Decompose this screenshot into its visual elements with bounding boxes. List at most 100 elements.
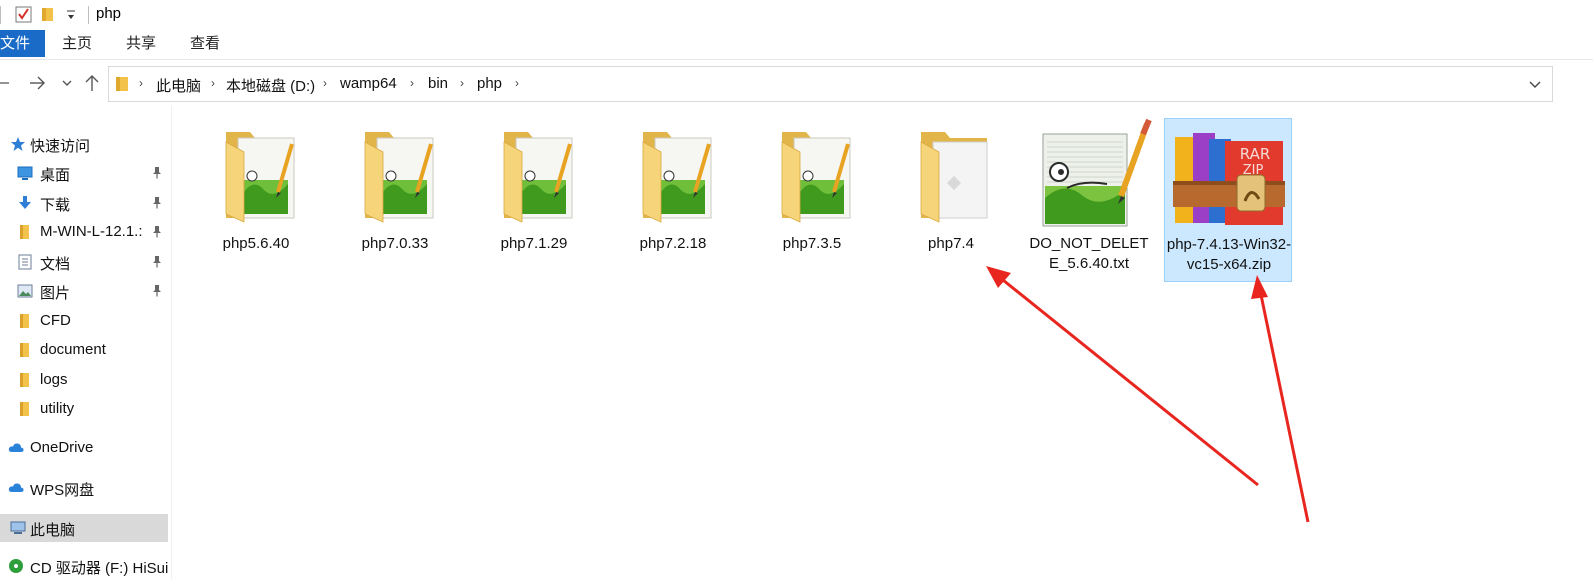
recent-locations-chevron-icon[interactable] — [61, 72, 73, 94]
pin-icon[interactable] — [151, 284, 163, 297]
sidebar-item[interactable]: document — [0, 336, 168, 364]
title-bar: php — [0, 0, 1593, 30]
breadcrumb-wamp64[interactable]: wamp64 — [340, 75, 397, 92]
sidebar-item[interactable]: WPS网盘 — [0, 474, 168, 502]
tab-file[interactable]: 文件 — [0, 30, 45, 57]
sidebar-item[interactable]: OneDrive — [0, 434, 168, 462]
sidebar-item[interactable]: 下载 — [0, 189, 168, 217]
divider — [0, 6, 1, 24]
sidebar-item-label: 快速访问 — [30, 138, 91, 155]
sidebar-item-label: WPS网盘 — [30, 482, 95, 499]
sidebar-item[interactable]: 快速访问 — [0, 130, 168, 158]
file-name: DO_NOT_DELETE_5.6.40.txt — [1029, 235, 1149, 272]
sidebar-item[interactable]: logs — [0, 366, 168, 394]
file-name: php-7.4.13-Win32-vc15-x64.zip — [1166, 236, 1292, 273]
svg-text:ZIP: ZIP — [1243, 163, 1264, 178]
file-explorer-window: php 文件 主页 共享 查看 › 此电脑 › 本地磁盘 (D:) › wamp… — [0, 0, 1593, 580]
file-name: php7.4 — [928, 235, 974, 252]
chevron-right-icon[interactable]: › — [139, 76, 143, 90]
file-item[interactable]: php7.2.18 — [609, 118, 737, 268]
sidebar-item-label: 此电脑 — [30, 522, 76, 539]
window-title: php — [96, 5, 122, 22]
folder-icon — [17, 342, 33, 358]
folder-notepad-icon — [192, 118, 320, 228]
address-bar[interactable]: › 此电脑 › 本地磁盘 (D:) › wamp64 › bin › php › — [108, 66, 1553, 102]
new-folder-icon[interactable] — [41, 7, 55, 22]
breadcrumb-this-pc[interactable]: 此电脑 — [156, 75, 201, 96]
chevron-right-icon[interactable]: › — [515, 76, 519, 90]
cloud-icon — [8, 440, 24, 456]
sidebar-item[interactable]: CD 驱动器 (F:) HiSui — [0, 552, 168, 580]
cloud-icon — [8, 480, 24, 496]
pin-icon[interactable] — [151, 196, 163, 209]
folder-notepad-icon — [470, 118, 598, 228]
back-arrow-icon[interactable] — [0, 72, 10, 94]
file-item[interactable]: php7.3.5 — [748, 118, 876, 268]
star-icon — [10, 136, 26, 152]
pin-icon[interactable] — [151, 166, 163, 179]
breadcrumb-bin[interactable]: bin — [428, 75, 448, 92]
sidebar-item[interactable]: CFD — [0, 307, 168, 335]
sidebar-item-label: 下载 — [40, 197, 71, 214]
sidebar-item-label: 桌面 — [40, 167, 71, 184]
sidebar-item[interactable]: 桌面 — [0, 159, 168, 187]
cd-drive-icon — [8, 558, 24, 574]
file-item[interactable]: DO_NOT_DELETE_5.6.40.txt — [1025, 118, 1153, 272]
breadcrumb-php[interactable]: php — [477, 75, 502, 92]
chevron-right-icon[interactable]: › — [211, 76, 215, 90]
notepad-file-icon — [1025, 118, 1153, 228]
svg-text:RAR: RAR — [1240, 145, 1271, 163]
sidebar-item-label: 图片 — [40, 285, 71, 302]
sidebar-item-label: logs — [40, 371, 68, 388]
tab-share[interactable]: 共享 — [126, 30, 156, 57]
breadcrumb-local-disk[interactable]: 本地磁盘 (D:) — [226, 75, 315, 96]
folder-icon — [17, 224, 33, 240]
winrar-archive-icon: RAR ZIP — [1165, 119, 1293, 229]
file-name: php7.3.5 — [782, 235, 842, 252]
desktop-icon — [17, 165, 33, 181]
sidebar-item-label: 文档 — [40, 256, 71, 273]
file-name: php7.0.33 — [361, 235, 429, 252]
folder-notepad-icon — [331, 118, 459, 228]
folder-icon — [17, 313, 33, 329]
folder-notepad-icon — [609, 118, 737, 228]
address-dropdown-icon[interactable] — [1528, 76, 1542, 92]
sidebar-item[interactable]: 文档 — [0, 248, 168, 276]
document-icon — [17, 254, 33, 270]
sidebar-item-label: CFD — [40, 312, 71, 329]
sidebar-item[interactable]: 此电脑 — [0, 514, 168, 542]
file-item[interactable]: php7.0.33 — [331, 118, 459, 268]
quick-access-dropdown-icon[interactable] — [66, 8, 76, 22]
folder-icon — [17, 401, 33, 417]
folder-notepad-icon — [748, 118, 876, 228]
chevron-right-icon[interactable]: › — [410, 76, 414, 90]
tab-home[interactable]: 主页 — [62, 30, 92, 57]
sidebar-item-label: OneDrive — [30, 439, 94, 456]
folder-plain-icon — [887, 118, 1015, 228]
sidebar-item[interactable]: M-WIN-L-12.1.: — [0, 218, 168, 246]
chevron-right-icon[interactable]: › — [460, 76, 464, 90]
navigation-pane: 快速访问桌面下载 M-WIN-L-12.1.: 文档图片 CFD document log… — [0, 106, 172, 580]
ribbon-tabs: 文件 主页 共享 查看 — [0, 30, 1593, 60]
up-arrow-icon[interactable] — [84, 72, 100, 94]
file-name: php5.6.40 — [222, 235, 290, 252]
pictures-icon — [17, 283, 33, 299]
properties-checkbox-icon[interactable] — [15, 6, 32, 23]
file-item[interactable]: php7.1.29 — [470, 118, 598, 268]
folder-icon — [17, 372, 33, 388]
forward-arrow-icon[interactable] — [28, 72, 46, 94]
chevron-right-icon[interactable]: › — [323, 76, 327, 90]
file-list: php5.6.40 php7.0.33 php7.1.29 php7.2.18 php7… — [180, 106, 1593, 580]
sidebar-item-label: M-WIN-L-12.1.: — [40, 223, 143, 240]
pin-icon[interactable] — [151, 225, 163, 238]
tab-view[interactable]: 查看 — [190, 30, 220, 57]
sidebar-item[interactable]: utility — [0, 395, 168, 423]
sidebar-item-label: utility — [40, 400, 75, 417]
file-item[interactable]: RAR ZIP php-7.4.13-Win32-vc15-x64.zip — [1164, 118, 1292, 282]
sidebar-item[interactable]: 图片 — [0, 277, 168, 305]
file-item[interactable]: php5.6.40 — [192, 118, 320, 268]
pin-icon[interactable] — [151, 255, 163, 268]
file-name: php7.1.29 — [500, 235, 568, 252]
file-item[interactable]: php7.4 — [887, 118, 1015, 268]
sidebar-item-label: document — [40, 341, 106, 358]
